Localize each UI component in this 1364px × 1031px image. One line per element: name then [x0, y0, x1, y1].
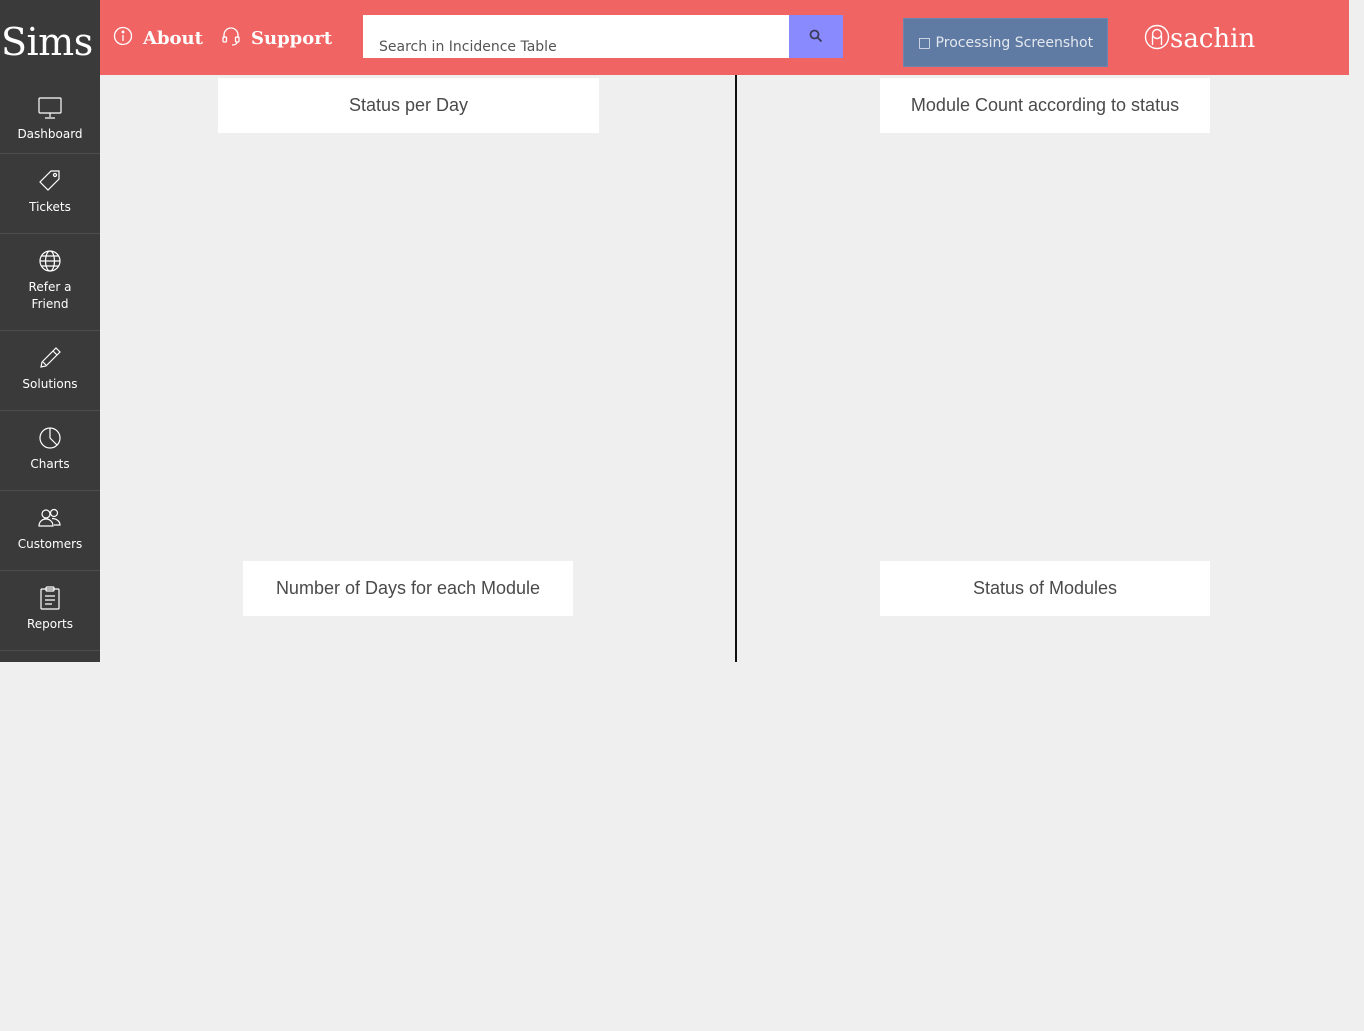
support-label: Support: [251, 28, 333, 49]
sidebar-item-label: Reports: [26, 617, 74, 631]
sidebar-item-reports[interactable]: Reports: [0, 571, 100, 651]
user-name: sachin: [1170, 24, 1256, 54]
about-label: About: [143, 28, 203, 49]
sidebar-item-dashboard[interactable]: Dashboard: [0, 75, 100, 154]
clipboard-icon: [37, 585, 63, 611]
user-menu[interactable]: sachin: [1144, 22, 1255, 56]
user-icon: [1144, 24, 1170, 50]
sidebar-item-label: Customers: [17, 537, 83, 551]
headset-icon: [221, 26, 241, 46]
sidebar-item-label: Tickets: [29, 200, 71, 214]
sidebar-item-label: Charts: [30, 457, 70, 471]
tag-icon: [37, 168, 63, 194]
search-input[interactable]: [363, 15, 789, 58]
chart-title-status-of-modules: Status of Modules: [880, 561, 1210, 616]
sidebar-item-refer-a-friend[interactable]: Refer a Friend: [0, 234, 100, 331]
chart-title-module-count: Module Count according to status: [880, 78, 1210, 133]
pencil-icon: [37, 345, 63, 371]
sidebar-item-charts[interactable]: Charts: [0, 411, 100, 491]
column-divider: [735, 75, 737, 662]
chart-title-days-per-module: Number of Days for each Module: [243, 561, 573, 616]
app-logo[interactable]: Sims: [0, 0, 100, 75]
search-button[interactable]: [789, 15, 843, 58]
search-icon: [809, 29, 823, 43]
sidebar-item-label: Dashboard: [17, 127, 83, 141]
sidebar-item-label: Solutions: [22, 377, 78, 391]
sidebar-item-tickets[interactable]: Tickets: [0, 154, 100, 234]
monitor-icon: [37, 95, 63, 121]
globe-icon: [37, 248, 63, 274]
pie-chart-icon: [37, 425, 63, 451]
info-icon: [113, 26, 133, 46]
users-icon: [37, 505, 63, 531]
support-link[interactable]: Support: [221, 25, 332, 53]
sidebar-item-solutions[interactable]: Solutions: [0, 331, 100, 411]
sidebar-item-label: Refer a Friend: [28, 280, 72, 311]
processing-screenshot-button[interactable]: □ Processing Screenshot: [903, 18, 1108, 67]
about-link[interactable]: About: [113, 25, 203, 53]
chart-title-status-per-day: Status per Day: [218, 78, 599, 133]
sidebar-item-customers[interactable]: Customers: [0, 491, 100, 571]
sidebar: Sims Dashboard Tickets Refer a Friend So…: [0, 0, 100, 662]
